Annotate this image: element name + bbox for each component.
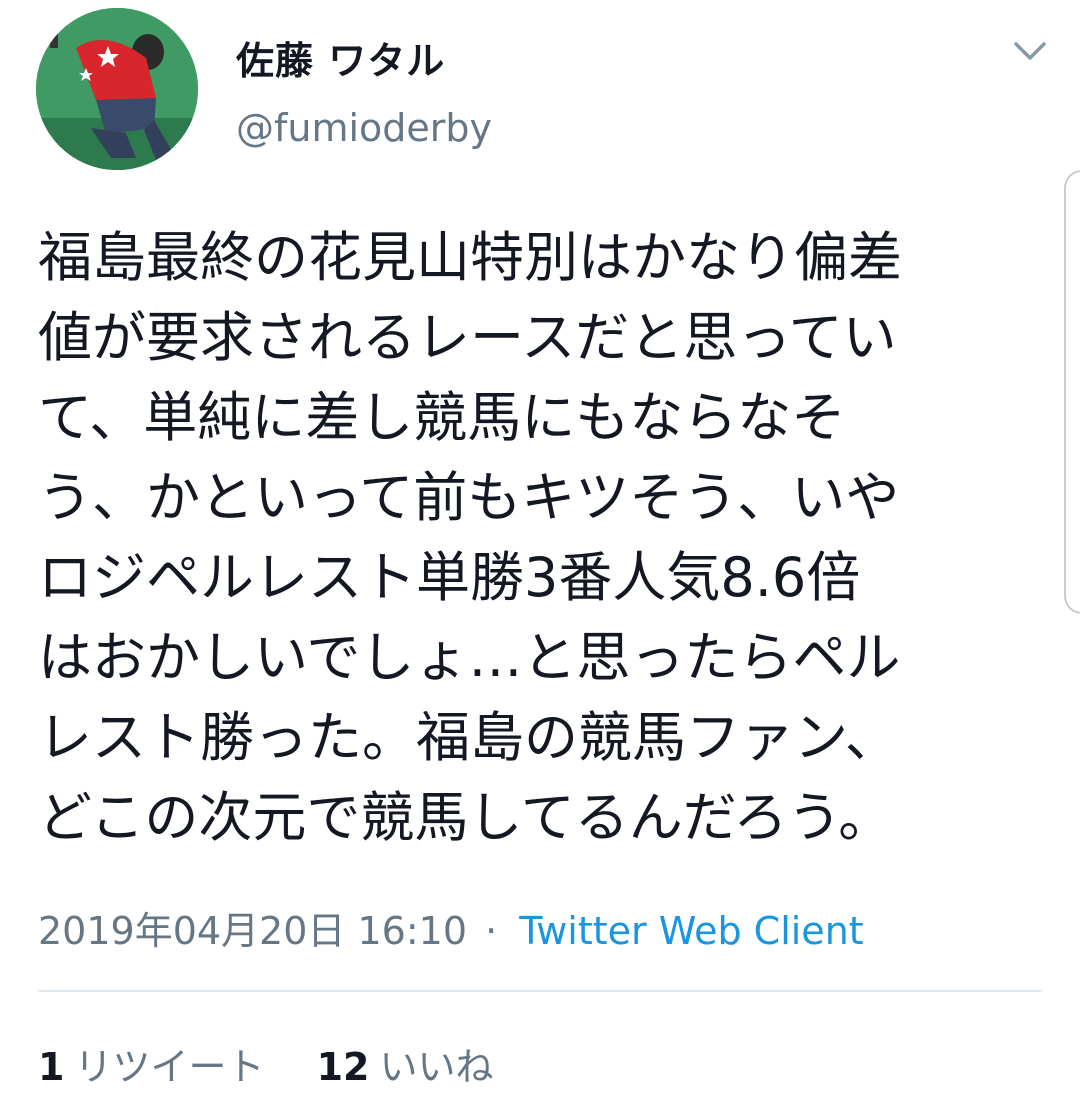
tweet-timestamp[interactable]: 2019年04月20日 16:10 bbox=[38, 909, 467, 953]
tweet-text-line: はおかしいでしょ…と思ったらペル bbox=[38, 626, 901, 689]
tweet-text-line: 値が要求されるレースだと思ってい bbox=[38, 306, 897, 369]
retweets-count: 1 bbox=[38, 1045, 65, 1089]
user-handle[interactable]: @fumioderby bbox=[236, 106, 492, 150]
meta-separator: · bbox=[485, 909, 498, 953]
user-display-name[interactable]: 佐藤 ワタル bbox=[236, 30, 445, 85]
tweet-text-line: ロジペルレスト単勝3番人気8.6倍 bbox=[38, 546, 861, 609]
tweet-detail: 佐藤 ワタル @fumioderby 福島最終の花見山特別はかなり偏差 値が要求… bbox=[0, 0, 1080, 1115]
tweet-text: 福島最終の花見山特別はかなり偏差 値が要求されるレースだと思ってい て、単純に差… bbox=[38, 218, 1048, 858]
tweet-text-line: 福島最終の花見山特別はかなり偏差 bbox=[38, 226, 902, 289]
likes-label: いいね bbox=[379, 1045, 494, 1089]
divider bbox=[38, 990, 1042, 992]
tweet-text-line: レスト勝った。福島の競馬ファン、 bbox=[38, 706, 899, 769]
avatar-photo-icon bbox=[36, 8, 198, 170]
tweet-client-link[interactable]: Twitter Web Client bbox=[519, 909, 863, 953]
tweet-stats: 1 リツイート 12 いいね bbox=[38, 1036, 493, 1091]
likes-stat[interactable]: 12 いいね bbox=[317, 1045, 494, 1089]
tweet-text-line: う、かといって前もキツそう、いや bbox=[38, 466, 900, 529]
retweets-stat[interactable]: 1 リツイート bbox=[38, 1045, 277, 1089]
tweet-meta: 2019年04月20日 16:10 · Twitter Web Client bbox=[38, 900, 864, 955]
chevron-down-icon[interactable] bbox=[1010, 36, 1050, 66]
user-avatar[interactable] bbox=[36, 8, 198, 170]
tweet-text-line: て、単純に差し競馬にもならなそ bbox=[38, 386, 846, 449]
likes-count: 12 bbox=[316, 1045, 370, 1089]
retweets-label: リツイート bbox=[74, 1045, 265, 1089]
scrollbar-edge bbox=[1064, 170, 1080, 614]
tweet-text-line: どこの次元で競馬してるんだろう。 bbox=[38, 786, 893, 849]
